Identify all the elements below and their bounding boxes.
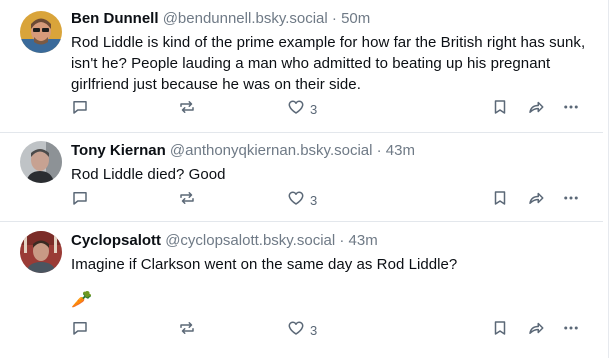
bookmark-button[interactable] xyxy=(491,320,509,340)
repost-icon xyxy=(178,319,196,342)
repost-button[interactable] xyxy=(178,190,196,210)
avatar[interactable] xyxy=(20,11,62,53)
share-button[interactable] xyxy=(527,320,545,340)
post-header: Tony Kiernan @anthonyqkiernan.bsky.socia… xyxy=(71,141,589,161)
thread-feed: Ben Dunnell @bendunnell.bsky.social · 50… xyxy=(0,0,609,358)
author-handle[interactable]: @anthonyqkiernan.bsky.social xyxy=(170,142,373,159)
heart-icon xyxy=(287,189,305,212)
bookmark-icon xyxy=(491,98,509,121)
post-actions: 3 xyxy=(71,190,591,210)
more-icon xyxy=(562,98,580,121)
post[interactable]: Tony Kiernan @anthonyqkiernan.bsky.socia… xyxy=(0,133,603,222)
like-button[interactable]: 3 xyxy=(287,320,317,340)
post-text: Rod Liddle is kind of the prime example … xyxy=(71,34,586,93)
share-icon xyxy=(527,189,545,212)
post[interactable]: Ben Dunnell @bendunnell.bsky.social · 50… xyxy=(0,0,603,133)
repost-button[interactable] xyxy=(178,320,196,340)
reply-button[interactable] xyxy=(71,190,89,210)
author-name[interactable]: Cyclopsalott xyxy=(71,232,161,249)
more-options-button[interactable] xyxy=(562,99,580,119)
reply-button[interactable] xyxy=(71,99,89,119)
share-icon xyxy=(527,98,545,121)
bookmark-button[interactable] xyxy=(491,190,509,210)
post-actions: 3 xyxy=(71,99,591,119)
bookmark-icon xyxy=(491,189,509,212)
bookmark-button[interactable] xyxy=(491,99,509,119)
post-header: Ben Dunnell @bendunnell.bsky.social · 50… xyxy=(71,9,589,29)
avatar[interactable] xyxy=(20,231,62,273)
carrot-emoji: 🥕 xyxy=(71,290,93,309)
share-icon xyxy=(527,319,545,342)
more-icon xyxy=(562,319,580,342)
repost-icon xyxy=(178,189,196,212)
reply-button[interactable] xyxy=(71,320,89,340)
avatar[interactable] xyxy=(20,141,62,183)
bookmark-icon xyxy=(491,319,509,342)
like-count: 3 xyxy=(310,101,318,117)
like-button[interactable]: 3 xyxy=(287,190,317,210)
author-handle[interactable]: @bendunnell.bsky.social xyxy=(163,10,328,27)
author-name[interactable]: Ben Dunnell xyxy=(71,10,159,27)
more-icon xyxy=(562,189,580,212)
reply-icon xyxy=(71,98,89,121)
post-text: Rod Liddle died? Good xyxy=(71,166,226,183)
post[interactable]: Cyclopsalott @cyclopsalott.bsky.social ·… xyxy=(0,222,603,358)
repost-icon xyxy=(178,98,196,121)
author-handle[interactable]: @cyclopsalott.bsky.social xyxy=(165,232,335,249)
share-button[interactable] xyxy=(527,99,545,119)
more-options-button[interactable] xyxy=(562,320,580,340)
post-text: Imagine if Clarkson went on the same day… xyxy=(71,256,458,273)
post-header: Cyclopsalott @cyclopsalott.bsky.social ·… xyxy=(71,231,589,251)
author-name[interactable]: Tony Kiernan xyxy=(71,142,166,159)
post-time[interactable]: · 43m xyxy=(335,232,377,249)
heart-icon xyxy=(287,319,305,342)
share-button[interactable] xyxy=(527,190,545,210)
post-actions: 3 xyxy=(71,320,591,340)
like-count: 3 xyxy=(310,322,318,338)
post-time[interactable]: · 43m xyxy=(372,142,415,159)
like-button[interactable]: 3 xyxy=(287,99,317,119)
like-count: 3 xyxy=(310,192,318,208)
post-time[interactable]: · 50m xyxy=(328,10,370,27)
reply-icon xyxy=(71,319,89,342)
heart-icon xyxy=(287,98,305,121)
repost-button[interactable] xyxy=(178,99,196,119)
reply-icon xyxy=(71,189,89,212)
more-options-button[interactable] xyxy=(562,190,580,210)
